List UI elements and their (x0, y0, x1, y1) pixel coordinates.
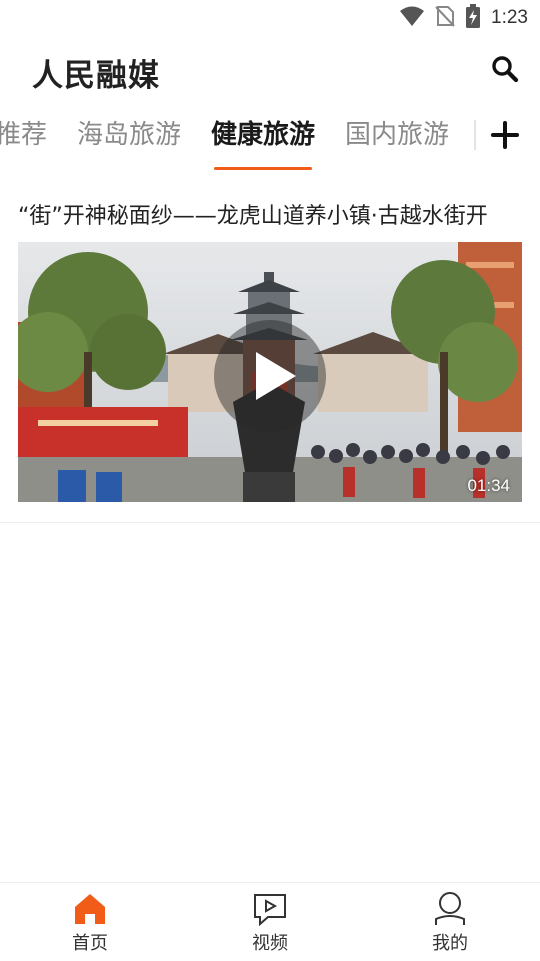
tab-domestic-travel[interactable]: 国内旅游 (330, 106, 464, 172)
tab-health-travel[interactable]: 健康旅游 (196, 106, 330, 172)
article-title: “街”开神秘面纱——龙虎山道养小镇·古越水街开 (18, 204, 488, 229)
no-sim-icon (435, 5, 455, 31)
nav-video-label: 视频 (252, 933, 288, 954)
nav-home[interactable]: 首页 (30, 883, 150, 961)
app-title: 人民融媒 (32, 58, 160, 94)
home-icon (75, 894, 105, 924)
tab-track: 推荐 海岛旅游 健康旅游 国内旅游 (0, 106, 464, 172)
video-duration: 01:34 (467, 476, 510, 495)
profile-icon (435, 892, 465, 925)
status-icons: 1:23 (399, 4, 528, 32)
search-button[interactable] (490, 54, 520, 84)
status-time: 1:23 (491, 7, 528, 28)
battery-charging-icon (465, 4, 481, 32)
nav-home-label: 首页 (72, 933, 108, 954)
search-icon (492, 56, 519, 83)
wifi-icon (399, 5, 425, 31)
tab-recommend[interactable]: 推荐 (0, 106, 62, 172)
play-button[interactable] (214, 320, 326, 432)
video-thumbnail[interactable]: 01:34 (18, 242, 522, 502)
tab-island-travel[interactable]: 海岛旅游 (62, 106, 196, 172)
status-bar: 1:23 (0, 0, 540, 36)
video-icon (254, 894, 286, 927)
category-tabs: 推荐 海岛旅游 健康旅游 国内旅游 (0, 106, 540, 172)
tab-divider (474, 120, 476, 150)
nav-profile[interactable]: 我的 (390, 883, 510, 961)
add-channel-button[interactable] (488, 118, 522, 152)
plus-icon (491, 121, 519, 149)
play-icon (256, 352, 296, 400)
nav-profile-label: 我的 (432, 933, 468, 954)
article-card[interactable]: “街”开神秘面纱——龙虎山道养小镇·古越水街开 01:34 (0, 186, 540, 523)
bottom-nav: 首页 视频 我的 (0, 882, 540, 961)
nav-video[interactable]: 视频 (210, 883, 330, 961)
app-header: 人民融媒 (0, 36, 540, 102)
